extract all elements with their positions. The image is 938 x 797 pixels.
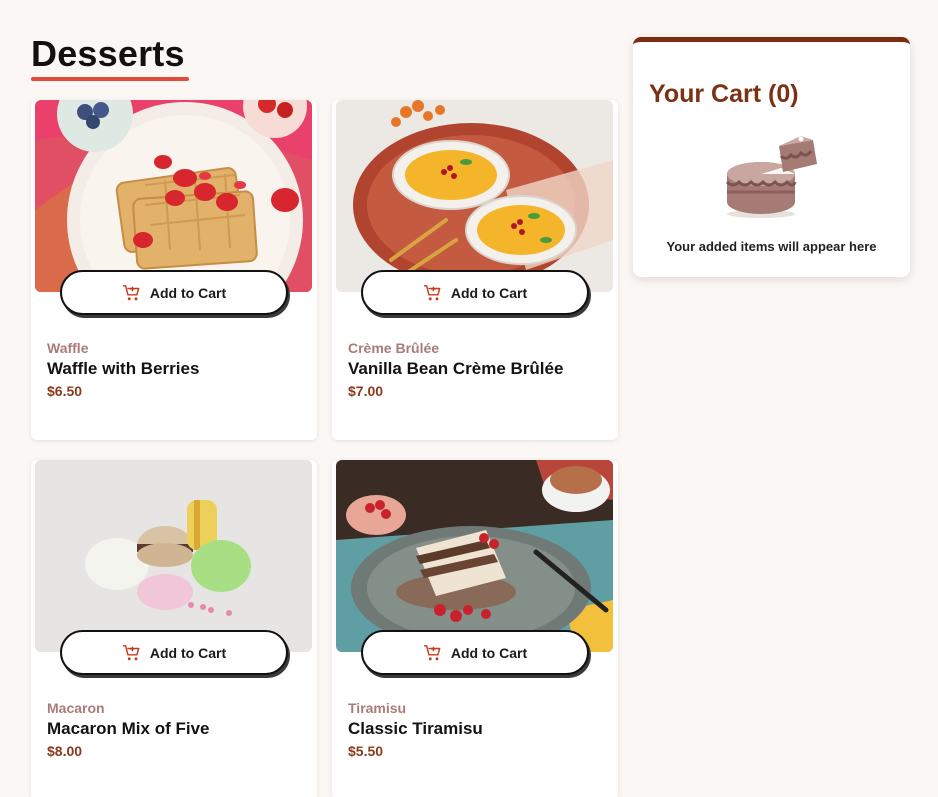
product-image-creme-brulee xyxy=(336,100,613,292)
add-to-cart-label: Add to Cart xyxy=(450,644,528,661)
product-card-macaron: Add to Cart Macaron Macaron Mix of Five … xyxy=(31,460,317,797)
cart-title: Your Cart (0) xyxy=(649,80,799,108)
add-to-cart-button[interactable]: Add to Cart xyxy=(361,270,589,315)
add-to-cart-icon xyxy=(122,284,141,302)
add-to-cart-icon xyxy=(122,644,141,662)
empty-cake-icon xyxy=(721,134,821,218)
product-category: Tiramisu xyxy=(348,700,407,716)
add-to-cart-button[interactable]: Add to Cart xyxy=(361,630,589,675)
product-name: Macaron Mix of Five xyxy=(47,719,210,738)
product-category: Macaron xyxy=(47,700,105,716)
product-name: Waffle with Berries xyxy=(47,359,200,378)
add-to-cart-icon xyxy=(423,284,442,302)
product-card-waffle: Add to Cart Waffle Waffle with Berries $… xyxy=(31,100,317,440)
add-to-cart-button[interactable]: Add to Cart xyxy=(60,630,288,675)
add-to-cart-label: Add to Cart xyxy=(450,284,528,301)
add-to-cart-label: Add to Cart xyxy=(149,284,227,301)
add-to-cart-label: Add to Cart xyxy=(149,644,227,661)
product-category: Waffle xyxy=(47,340,89,356)
product-name: Classic Tiramisu xyxy=(348,719,483,738)
product-price: $5.50 xyxy=(348,743,384,759)
add-to-cart-icon xyxy=(423,644,442,662)
product-price: $7.00 xyxy=(348,383,384,399)
product-card-tiramisu: Add to Cart Tiramisu Classic Tiramisu $5… xyxy=(332,460,618,797)
product-name: Vanilla Bean Crème Brûlée xyxy=(348,359,564,378)
add-to-cart-button[interactable]: Add to Cart xyxy=(60,270,288,315)
product-image-waffle xyxy=(35,100,312,292)
product-price: $8.00 xyxy=(47,743,83,759)
product-image-macaron xyxy=(35,460,312,652)
title-underline xyxy=(31,77,189,81)
page-title: Desserts xyxy=(31,33,185,74)
product-image-tiramisu xyxy=(336,460,613,652)
product-price: $6.50 xyxy=(47,383,83,399)
product-category: Crème Brûlée xyxy=(348,340,440,356)
product-card-creme-brulee: Add to Cart Crème Brûlée Vanilla Bean Cr… xyxy=(332,100,618,440)
cart-empty-message: Your added items will appear here xyxy=(666,239,877,254)
cart-panel: Your Cart (0) Your added items will appe… xyxy=(633,37,910,277)
